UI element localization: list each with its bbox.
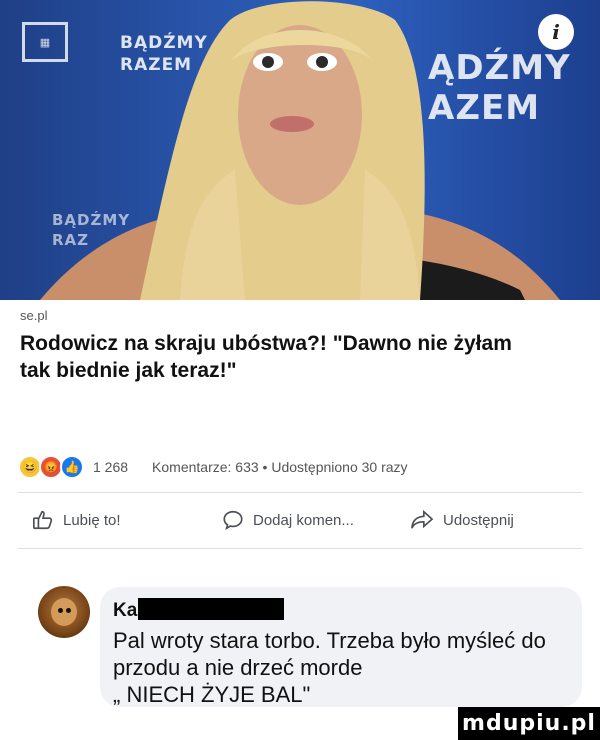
share-label: Udostępnij	[443, 511, 514, 529]
comment-label: Dodaj komen...	[253, 511, 354, 529]
share-button[interactable]: Udostępnij	[410, 509, 514, 531]
like-label: Lubię to!	[63, 511, 121, 529]
comment-author[interactable]: Ka	[113, 600, 137, 622]
comment-button[interactable]: Dodaj komen...	[222, 509, 354, 531]
avatar-face	[51, 598, 77, 626]
comments-shares-count[interactable]: Komentarze: 633 • Udostępniono 30 razy	[152, 459, 408, 475]
thumbs-up-icon	[33, 510, 53, 530]
share-icon	[411, 509, 434, 529]
divider-bottom	[18, 548, 582, 549]
comment-text: Pal wroty stara torbo. Trzeba było myśle…	[113, 628, 546, 707]
reaction-stats[interactable]: 😆 😡 👍 1 268 Komentarze: 633 • Udostępnio…	[18, 455, 588, 479]
info-button[interactable]: i	[538, 14, 574, 50]
site-watermark: mdupiu.pl	[458, 707, 600, 740]
person-photo	[40, 1, 560, 300]
link-source[interactable]: se.pl	[20, 308, 47, 323]
avatar-eye	[58, 608, 63, 613]
post-image[interactable]: ▦ BĄDŹMY RAZEM ĄDŹMY AZEM BĄDŹMY RAZ i	[0, 0, 600, 300]
commenter-avatar[interactable]	[38, 586, 90, 638]
censor-bar	[138, 598, 284, 620]
like-button[interactable]: Lubię to!	[32, 509, 121, 531]
link-headline[interactable]: Rodowicz na skraju ubóstwa?! "Dawno nie …	[20, 330, 540, 384]
reaction-count[interactable]: 1 268	[93, 459, 128, 475]
divider-top	[18, 492, 582, 493]
like-reaction-icon: 👍	[60, 455, 84, 479]
action-bar: Lubię to! Dodaj komen... Udostępnij	[0, 495, 600, 545]
avatar-eye	[66, 608, 71, 613]
comment-icon	[223, 510, 243, 530]
